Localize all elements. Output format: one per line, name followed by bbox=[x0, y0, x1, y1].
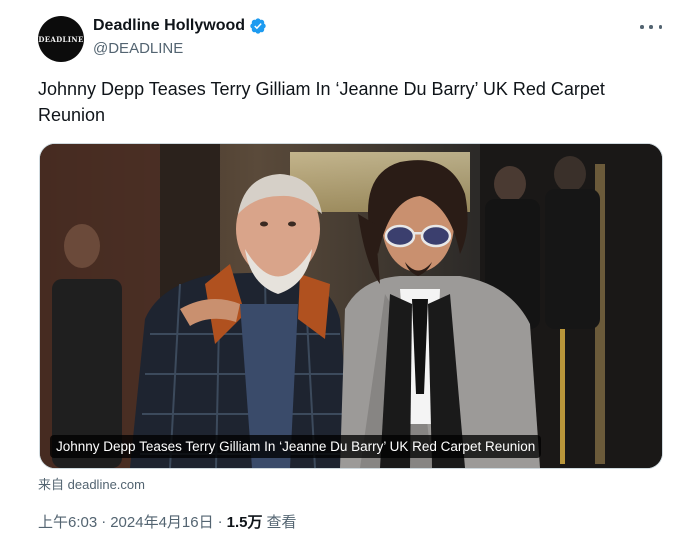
meta-separator: · bbox=[101, 513, 107, 530]
author-avatar[interactable]: DEADLINE bbox=[38, 16, 84, 62]
avatar-logo-text: DEADLINE bbox=[38, 34, 84, 44]
card-caption: Johnny Depp Teases Terry Gilliam In ‘Jea… bbox=[50, 435, 542, 458]
tweet: DEADLINE Deadline Hollywood @DEADLINE Jo… bbox=[0, 0, 700, 544]
tweet-time[interactable]: 上午6:03 bbox=[38, 511, 97, 532]
link-card[interactable]: Johnny Depp Teases Terry Gilliam In ‘Jea… bbox=[39, 143, 663, 469]
author-handle[interactable]: @DEADLINE bbox=[93, 40, 183, 57]
card-photo bbox=[40, 144, 662, 468]
source-domain-link[interactable]: deadline.com bbox=[68, 477, 145, 492]
meta-separator: · bbox=[217, 513, 223, 530]
views-label: 查看 bbox=[266, 514, 297, 531]
tweet-meta: 上午6:03 · 2024年4月16日 · 1.5万 查看 bbox=[38, 511, 296, 532]
source-prefix: 来自 bbox=[38, 477, 65, 492]
tweet-text: Johnny Depp Teases Terry Gilliam In ‘Jea… bbox=[38, 79, 605, 125]
views-count: 1.5万 bbox=[226, 514, 263, 531]
author-name-row: Deadline Hollywood bbox=[93, 17, 267, 35]
author-display-name[interactable]: Deadline Hollywood bbox=[93, 17, 245, 35]
verified-badge-icon bbox=[250, 18, 266, 34]
tweet-date[interactable]: 2024年4月16日 bbox=[110, 511, 213, 532]
more-horizontal-icon[interactable] bbox=[640, 20, 662, 34]
card-source: 来自 deadline.com bbox=[38, 474, 145, 493]
